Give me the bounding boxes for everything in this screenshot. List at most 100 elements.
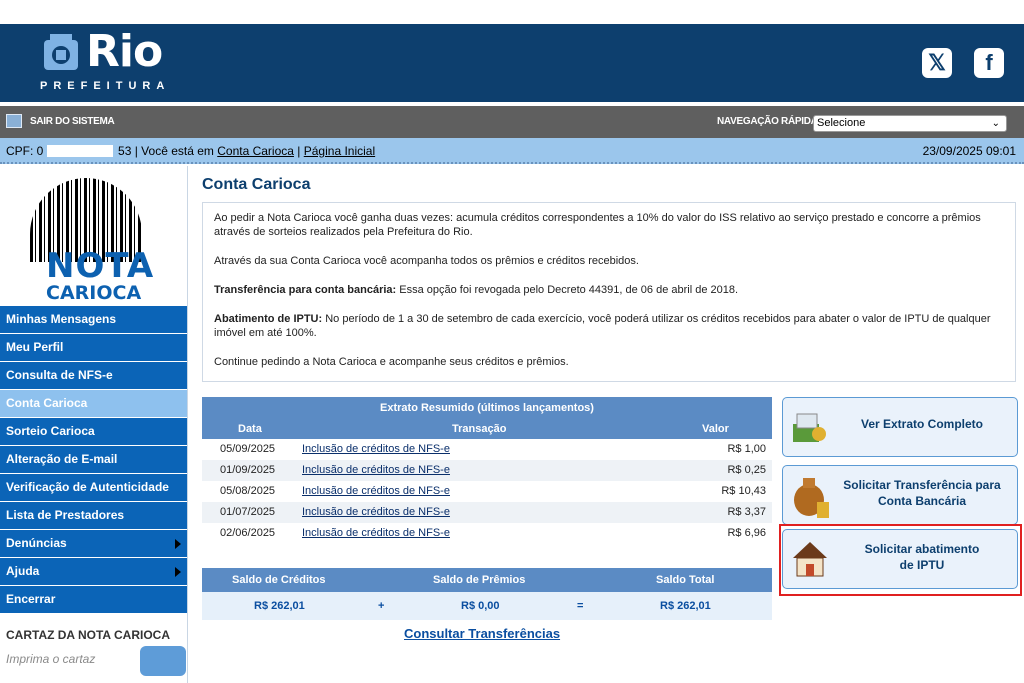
table-row: 05/08/2025 Inclusão de créditos de NFS-e… xyxy=(202,481,772,502)
solicitar-transferencia-button[interactable]: Solicitar Transferência para Conta Bancá… xyxy=(782,465,1018,525)
highlight-box xyxy=(779,524,1022,596)
row-date: 05/08/2025 xyxy=(220,485,276,497)
sidebar: NOTA CARIOCA Minhas Mensagens Meu Perfil… xyxy=(0,166,188,683)
quick-nav-label: NAVEGAÇÃO RÁPIDA xyxy=(717,116,818,127)
sidebar-item-sorteio-carioca[interactable]: Sorteio Carioca xyxy=(0,418,187,446)
toolbar: SAIR DO SISTEMA NAVEGAÇÃO RÁPIDA Selecio… xyxy=(0,106,1024,138)
cpf-redaction xyxy=(46,145,113,157)
intro-paragraph: Continue pedindo a Nota Carioca e acompa… xyxy=(214,356,569,368)
saldo-header-row: Saldo de Créditos Saldo de Prêmios Saldo… xyxy=(202,568,772,592)
sidebar-item-ajuda[interactable]: Ajuda xyxy=(0,558,187,586)
row-value: R$ 1,00 xyxy=(727,443,766,455)
table-row: 01/09/2025 Inclusão de créditos de NFS-e… xyxy=(202,460,772,481)
logo-text: Rio xyxy=(86,26,163,77)
breadcrumb-pagina-inicial[interactable]: Página Inicial xyxy=(304,144,375,158)
breadcrumb: CPF: 0 53 | Você está em Conta Carioca |… xyxy=(6,144,375,158)
row-transaction-link[interactable]: Inclusão de créditos de NFS-e xyxy=(302,485,450,497)
sidebar-item-lista-prestadores[interactable]: Lista de Prestadores xyxy=(0,502,187,530)
table-row: 02/06/2025 Inclusão de créditos de NFS-e… xyxy=(202,523,772,544)
col-header-data: Data xyxy=(238,423,262,435)
logo-subtext: PREFEITURA xyxy=(40,80,171,92)
extrato-title: Extrato Resumido (últimos lançamentos) xyxy=(202,397,772,419)
nota-carioca-logo: NOTA CARIOCA xyxy=(0,166,188,306)
sidebar-item-consulta-nfse[interactable]: Consulta de NFS-e xyxy=(0,362,187,390)
row-value: R$ 10,43 xyxy=(721,485,766,497)
row-transaction-link[interactable]: Inclusão de créditos de NFS-e xyxy=(302,506,450,518)
quick-nav-select-value: Selecione xyxy=(817,117,866,129)
saldo-header-total: Saldo Total xyxy=(656,574,715,586)
iptu-note-text: No período de 1 a 30 de setembro de cada… xyxy=(214,313,991,339)
saldo-header-creditos: Saldo de Créditos xyxy=(232,574,326,586)
transfer-note: Transferência para conta bancária: Essa … xyxy=(214,283,1004,297)
row-value: R$ 0,25 xyxy=(727,464,766,476)
sidebar-item-meu-perfil[interactable]: Meu Perfil xyxy=(0,334,187,362)
monitor-icon xyxy=(6,114,22,128)
sidebar-item-label: Denúncias xyxy=(6,536,67,550)
sidebar-item-verificacao-autenticidade[interactable]: Verificação de Autenticidade xyxy=(0,474,187,502)
ver-extrato-label: Ver Extrato Completo xyxy=(860,417,984,431)
ver-extrato-completo-button[interactable]: Ver Extrato Completo xyxy=(782,397,1018,457)
rio-prefeitura-logo[interactable]: Rio PREFEITURA xyxy=(38,26,171,96)
consultar-transferencias-link[interactable]: Consultar Transferências xyxy=(404,626,560,641)
row-value: R$ 3,37 xyxy=(727,506,766,518)
rio-crest-icon xyxy=(44,34,78,70)
current-datetime: 23/09/2025 09:01 xyxy=(922,144,1016,158)
logo-word-carioca: CARIOCA xyxy=(46,282,142,304)
cpf-suffix: 53 xyxy=(118,144,132,158)
solicitar-transferencia-line2: Conta Bancária xyxy=(877,494,967,508)
solicitar-transferencia-label: Solicitar Transferência para Conta Bancá… xyxy=(833,477,1011,509)
info-bar: CPF: 0 53 | Você está em Conta Carioca |… xyxy=(0,138,1024,164)
transfer-note-text: Essa opção foi revogada pelo Decreto 443… xyxy=(396,284,739,296)
plus-sign: + xyxy=(378,600,385,612)
saldo-header-premios: Saldo de Prêmios xyxy=(433,574,526,586)
col-header-transacao: Transação xyxy=(452,423,507,435)
row-transaction-link[interactable]: Inclusão de créditos de NFS-e xyxy=(302,464,450,476)
row-date: 01/09/2025 xyxy=(220,464,276,476)
table-row: 01/07/2025 Inclusão de créditos de NFS-e… xyxy=(202,502,772,523)
iptu-note-label: Abatimento de IPTU: xyxy=(214,313,323,325)
col-header-valor: Valor xyxy=(702,423,729,435)
chevron-down-icon: ⌄ xyxy=(991,118,1000,129)
intro-paragraph: Ao pedir a Nota Carioca você ganha duas … xyxy=(214,212,981,238)
page-title: Conta Carioca xyxy=(202,176,311,193)
site-header: Rio PREFEITURA 𝕏 f xyxy=(0,24,1024,102)
sidebar-item-alteracao-email[interactable]: Alteração de E-mail xyxy=(0,446,187,474)
sidebar-item-conta-carioca[interactable]: Conta Carioca xyxy=(0,390,187,418)
extrato-header-row: Data Transação Valor xyxy=(202,419,772,439)
saldo-total-value: R$ 262,01 xyxy=(660,600,711,612)
top-strip xyxy=(0,0,1024,24)
main-content: Conta Carioca Ao pedir a Nota Carioca vo… xyxy=(202,166,1018,641)
iptu-note: Abatimento de IPTU: No período de 1 a 30… xyxy=(214,312,1004,340)
exit-system-label: SAIR DO SISTEMA xyxy=(30,115,115,127)
transfer-note-label: Transferência para conta bancária: xyxy=(214,284,397,296)
chevron-right-icon xyxy=(175,539,181,549)
twitter-icon[interactable]: 𝕏 xyxy=(922,48,952,78)
money-calculator-icon xyxy=(793,413,826,442)
equals-sign: = xyxy=(577,600,584,612)
row-transaction-link[interactable]: Inclusão de créditos de NFS-e xyxy=(302,527,450,539)
chevron-right-icon xyxy=(175,567,181,577)
sidebar-item-label: Ajuda xyxy=(6,564,40,578)
row-date: 02/06/2025 xyxy=(220,527,276,539)
location-text: | Você está em xyxy=(134,144,218,158)
extrato-table: Extrato Resumido (últimos lançamentos) D… xyxy=(202,397,772,544)
sidebar-item-minhas-mensagens[interactable]: Minhas Mensagens xyxy=(0,306,187,334)
quick-nav-select[interactable]: Selecione ⌄ xyxy=(813,115,1007,132)
facebook-icon[interactable]: f xyxy=(974,48,1004,78)
saldo-creditos-value: R$ 262,01 xyxy=(254,600,305,612)
row-date: 01/07/2025 xyxy=(220,506,276,518)
money-bag-icon xyxy=(794,478,829,518)
sidebar-item-encerrar[interactable]: Encerrar xyxy=(0,586,187,614)
sidebar-item-denuncias[interactable]: Denúncias xyxy=(0,530,187,558)
row-value: R$ 6,96 xyxy=(727,527,766,539)
intro-paragraph: Através da sua Conta Carioca você acompa… xyxy=(214,255,639,267)
table-row: 05/09/2025 Inclusão de créditos de NFS-e… xyxy=(202,439,772,460)
printer-icon[interactable] xyxy=(140,646,186,676)
breadcrumb-conta-carioca[interactable]: Conta Carioca xyxy=(217,144,294,158)
exit-system-button[interactable]: SAIR DO SISTEMA xyxy=(6,114,115,128)
intro-box: Ao pedir a Nota Carioca você ganha duas … xyxy=(202,202,1016,382)
row-transaction-link[interactable]: Inclusão de créditos de NFS-e xyxy=(302,443,450,455)
cpf-prefix: CPF: 0 xyxy=(6,144,44,158)
saldo-table: Saldo de Créditos Saldo de Prêmios Saldo… xyxy=(202,568,772,620)
logo-word-nota: NOTA xyxy=(46,246,155,286)
